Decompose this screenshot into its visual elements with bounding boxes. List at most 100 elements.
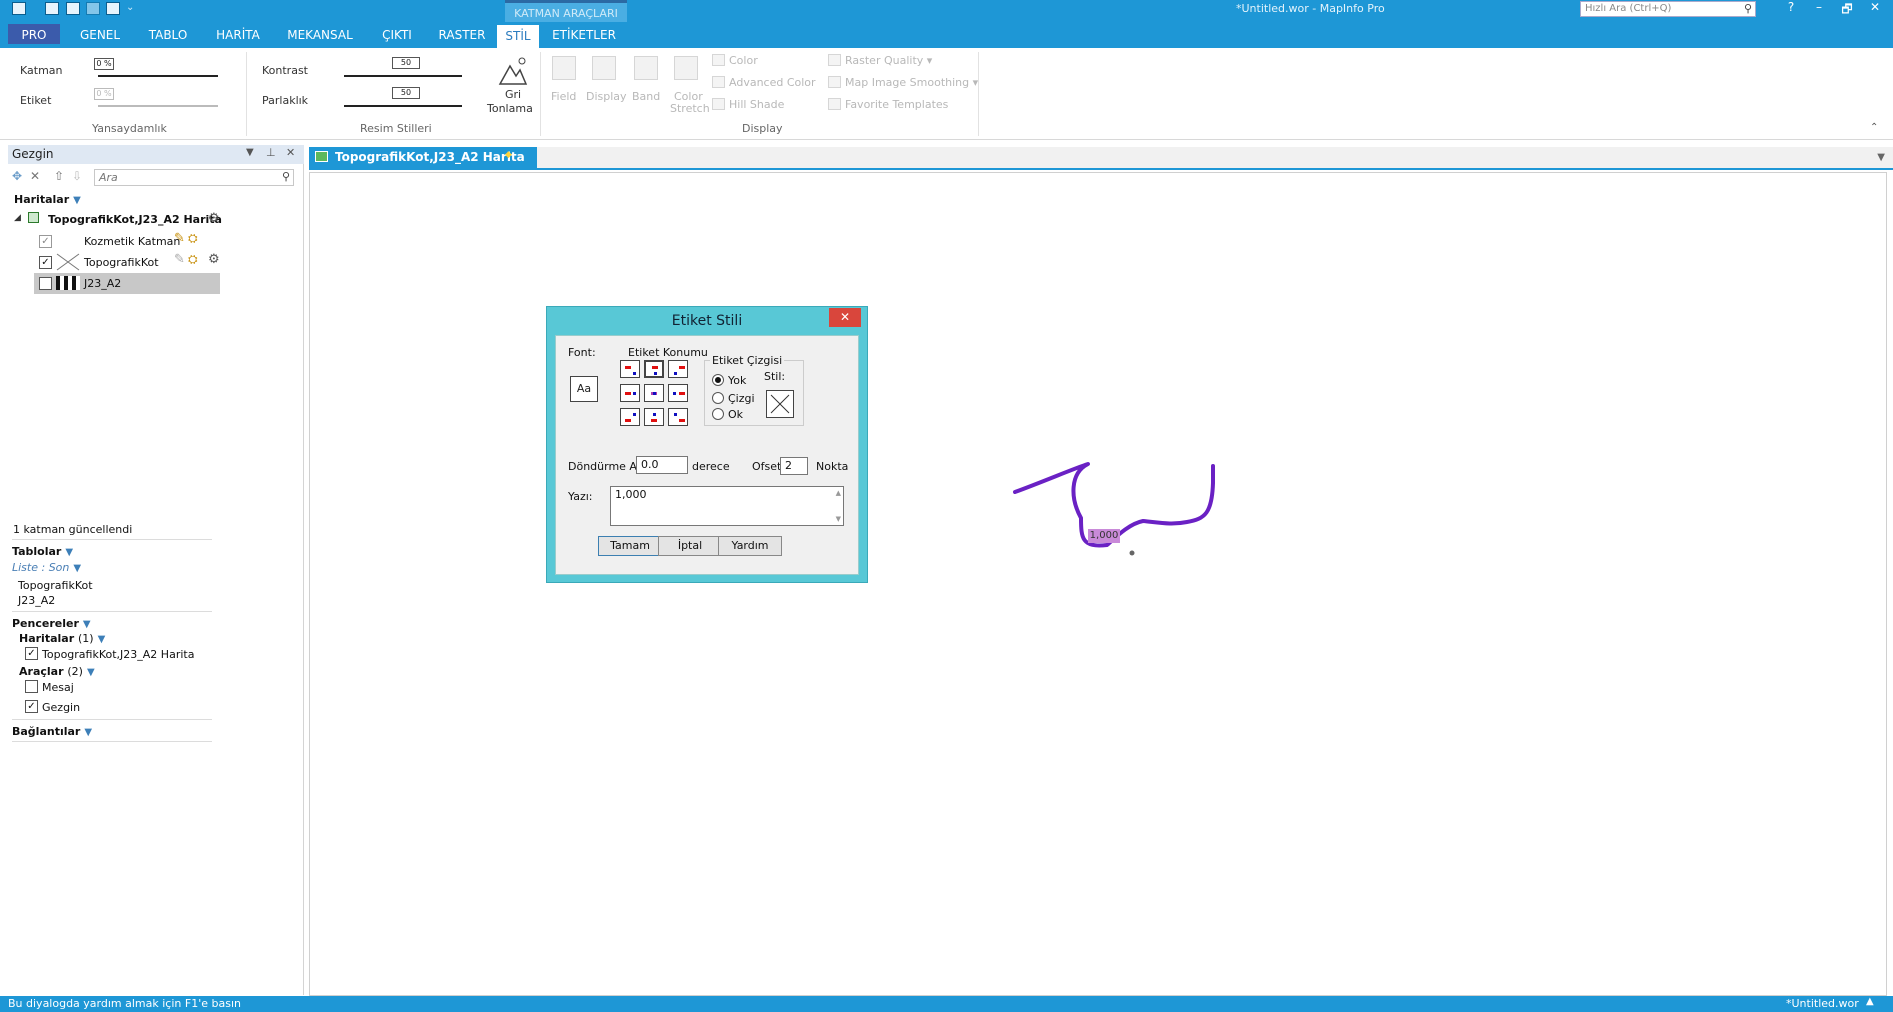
- tool-visibility-checkbox[interactable]: [25, 680, 38, 693]
- layer-visibility-checkbox[interactable]: ✓: [39, 235, 52, 248]
- connections-section-header[interactable]: Bağlantılar ▼: [12, 725, 92, 738]
- display-icon[interactable]: [592, 56, 616, 80]
- scroll-down-icon[interactable]: ▼: [836, 515, 841, 523]
- label-anchor-point[interactable]: [1129, 550, 1135, 556]
- expand-icon[interactable]: ▼: [73, 195, 81, 206]
- remove-layer-icon[interactable]: ✕: [30, 169, 40, 183]
- edit-pencil-icon[interactable]: ✎: [174, 231, 185, 246]
- label-settings-icon[interactable]: ⚙: [208, 252, 220, 267]
- layer-transparency-slider[interactable]: 0 %: [94, 58, 114, 70]
- cancel-button[interactable]: İptal: [658, 536, 722, 556]
- ok-button[interactable]: Tamam: [598, 536, 662, 556]
- tables-list-filter[interactable]: Liste : Son ▼: [12, 561, 81, 574]
- search-icon[interactable]: ⚲: [282, 170, 290, 183]
- advanced-color-button[interactable]: Advanced Color: [729, 76, 816, 89]
- map-canvas[interactable]: 1,000: [309, 172, 1887, 996]
- table-item[interactable]: J23_A2: [18, 594, 55, 607]
- select-icon[interactable]: ⛭: [188, 252, 198, 267]
- map-feature-label[interactable]: 1,000: [1088, 529, 1120, 543]
- tab-raster[interactable]: RASTER: [434, 24, 490, 44]
- layer-item-topografikkot[interactable]: TopografikKot: [84, 256, 159, 269]
- layer-visibility-checkbox[interactable]: [39, 277, 52, 290]
- maps-section-header[interactable]: Haritalar ▼: [14, 193, 81, 206]
- document-tab-map[interactable]: TopografikKot,J23_A2 Harita ◆: [309, 147, 537, 168]
- contrast-slider[interactable]: 50: [392, 57, 420, 69]
- move-down-icon[interactable]: ⇩: [72, 169, 82, 183]
- dropdown-icon[interactable]: ▼: [73, 563, 81, 574]
- grayscale-button[interactable]: [498, 56, 528, 89]
- line-line-radio[interactable]: [712, 392, 724, 404]
- tool-visibility-checkbox[interactable]: ✓: [25, 700, 38, 713]
- position-top-right[interactable]: [668, 360, 688, 378]
- tab-mekansal[interactable]: MEKANSAL: [284, 24, 356, 44]
- expand-icon[interactable]: ▼: [84, 727, 92, 738]
- minimize-button[interactable]: –: [1808, 0, 1830, 14]
- position-center[interactable]: [644, 384, 664, 402]
- hill-shade-button[interactable]: Hill Shade: [729, 98, 784, 111]
- line-arrow-radio[interactable]: [712, 408, 724, 420]
- close-panel-icon[interactable]: ✕: [286, 146, 295, 159]
- position-bottom-right[interactable]: [668, 408, 688, 426]
- display-button[interactable]: Display: [586, 90, 627, 103]
- map-image-smoothing-button[interactable]: Map Image Smoothing ▾: [845, 76, 978, 89]
- scroll-up-icon[interactable]: ▲: [836, 489, 841, 497]
- rotation-input[interactable]: 0.0: [636, 456, 688, 474]
- band-icon[interactable]: [634, 56, 658, 80]
- layer-settings-icon[interactable]: ⚙: [208, 211, 220, 226]
- line-none-radio[interactable]: [712, 374, 724, 386]
- position-middle-right[interactable]: [668, 384, 688, 402]
- field-icon[interactable]: [552, 56, 576, 80]
- label-transparency-track[interactable]: [98, 105, 218, 107]
- tab-cikti[interactable]: ÇIKTI: [372, 24, 422, 44]
- label-text-area[interactable]: 1,000 ▲ ▼: [610, 486, 844, 526]
- brightness-track[interactable]: [344, 105, 462, 107]
- tab-tablo[interactable]: TABLO: [142, 24, 194, 44]
- save-icon[interactable]: [86, 2, 100, 15]
- tool-item-message[interactable]: Mesaj: [42, 681, 74, 694]
- layer-item-j23[interactable]: J23_A2: [84, 277, 121, 290]
- position-top-center[interactable]: [644, 360, 664, 378]
- print-icon[interactable]: [106, 2, 120, 15]
- offset-input[interactable]: 2: [780, 457, 808, 475]
- tab-genel[interactable]: GENEL: [74, 24, 126, 44]
- close-button[interactable]: ✕: [1864, 0, 1886, 14]
- pin-icon[interactable]: ⊥: [266, 146, 276, 159]
- position-bottom-left[interactable]: [620, 408, 640, 426]
- quick-search-input[interactable]: Hızlı Ara (Ctrl+Q) ⚲: [1580, 1, 1756, 17]
- quick-access-dropdown-icon[interactable]: ⌄: [126, 2, 134, 13]
- panel-dropdown-icon[interactable]: ▼: [246, 147, 254, 158]
- add-layer-icon[interactable]: ✥: [12, 169, 22, 183]
- app-logo-icon[interactable]: [12, 2, 26, 15]
- line-style-button[interactable]: [766, 390, 794, 418]
- tool-item-navigator[interactable]: Gezgin: [42, 701, 80, 714]
- color-stretch-label-2[interactable]: Stretch: [670, 102, 710, 115]
- expand-icon[interactable]: ▼: [83, 619, 91, 630]
- edit-pencil-icon[interactable]: ✎: [174, 252, 185, 267]
- move-up-icon[interactable]: ⇧: [54, 169, 64, 183]
- position-middle-left[interactable]: [620, 384, 640, 402]
- color-stretch-icon[interactable]: [674, 56, 698, 80]
- layer-transparency-track[interactable]: [98, 75, 218, 77]
- window-visibility-checkbox[interactable]: ✓: [25, 647, 38, 660]
- tab-pro[interactable]: PRO: [8, 24, 60, 44]
- navigator-search-input[interactable]: Ara ⚲: [94, 169, 294, 186]
- expand-icon[interactable]: ▼: [65, 547, 73, 558]
- layer-item-cosmetic[interactable]: Kozmetik Katman: [84, 235, 180, 248]
- font-button[interactable]: Aa: [570, 376, 598, 402]
- field-button[interactable]: Field: [551, 90, 576, 103]
- layer-visibility-checkbox[interactable]: ✓: [39, 256, 52, 269]
- open-icon[interactable]: [66, 2, 80, 15]
- tab-list-dropdown-icon[interactable]: ▼: [1877, 152, 1885, 163]
- table-item[interactable]: TopografikKot: [18, 579, 93, 592]
- favorite-templates-button[interactable]: Favorite Templates: [845, 98, 948, 111]
- windows-tools-group[interactable]: Araçlar (2) ▼: [19, 665, 95, 678]
- label-transparency-slider[interactable]: 0 %: [94, 88, 114, 100]
- raster-quality-button[interactable]: Raster Quality ▾: [845, 54, 932, 67]
- new-workspace-icon[interactable]: [45, 2, 59, 15]
- windows-maps-group[interactable]: Haritalar (1) ▼: [19, 632, 105, 645]
- collapse-ribbon-icon[interactable]: ⌃: [1870, 122, 1878, 133]
- dialog-close-button[interactable]: ✕: [829, 308, 861, 327]
- brightness-slider[interactable]: 50: [392, 87, 420, 99]
- band-button[interactable]: Band: [632, 90, 660, 103]
- help-button[interactable]: ?: [1780, 0, 1802, 14]
